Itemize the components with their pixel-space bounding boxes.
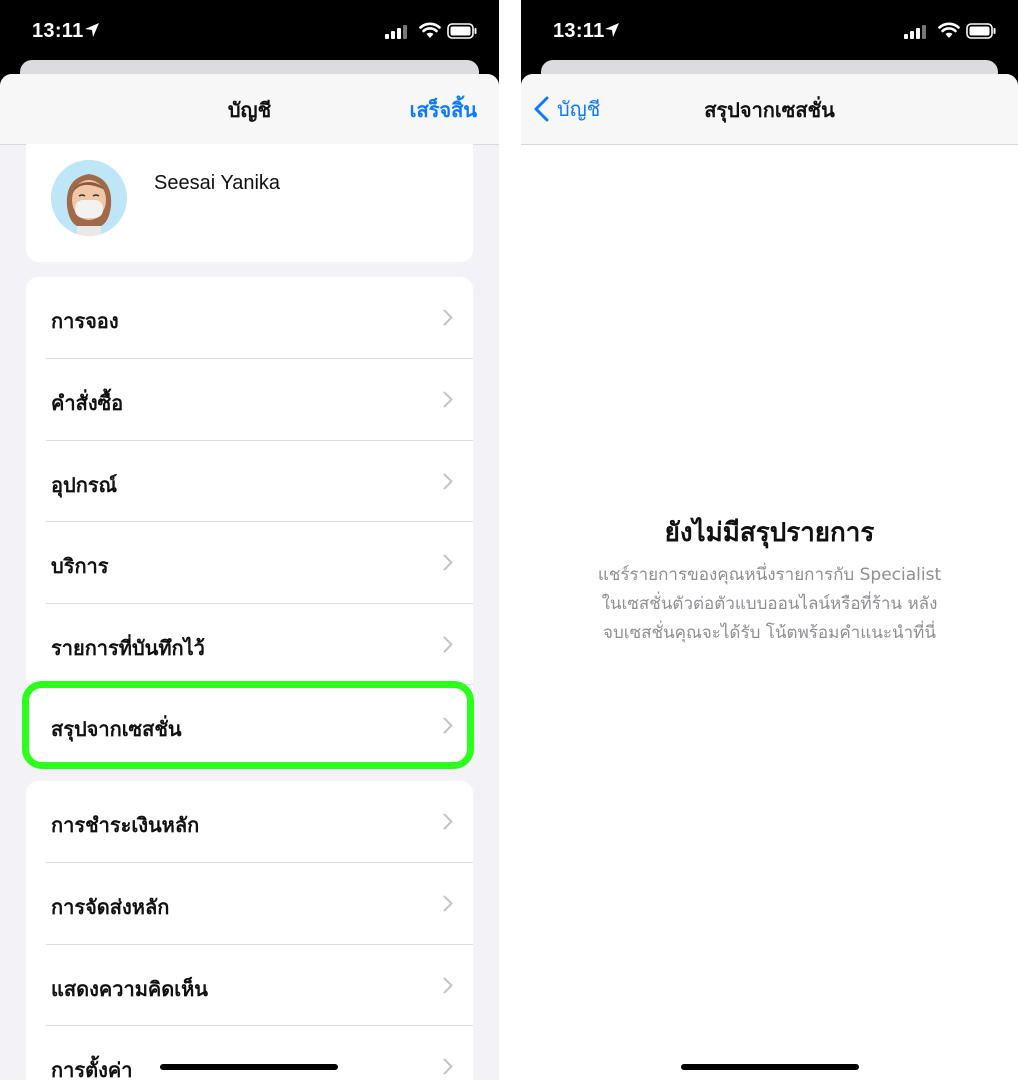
profile-card[interactable]: Seesai Yanika [26, 144, 473, 262]
empty-state-title: ยังไม่มีสรุปรายการ [664, 518, 875, 548]
battery-icon [966, 23, 996, 39]
empty-state-message: แชร์รายการของคุณหนึ่งรายการกับ Specialis… [581, 561, 958, 648]
session-summaries-screen: 13:11 บัญชี สรุปจากเซสชั่น ยังไม่มีสรุปร… [521, 0, 1018, 1080]
profile-name: Seesai Yanika [154, 172, 281, 194]
menu-item-saved-items[interactable]: รายการที่บันทึกไว้ [26, 604, 473, 685]
chevron-right-icon [443, 473, 453, 490]
wifi-icon [419, 22, 441, 38]
menu-item-label: คำสั่งซื้อ [51, 391, 124, 415]
battery-icon [447, 23, 477, 39]
menu-item-services[interactable]: บริการ [26, 522, 473, 603]
menu-item-settings[interactable]: การตั้งค่า [26, 1026, 473, 1080]
menu-item-label: บริการ [51, 554, 109, 578]
status-time: 13:11 [32, 20, 84, 42]
menu-item-orders[interactable]: คำสั่งซื้อ [26, 359, 473, 440]
menu-item-default-payment[interactable]: การชำระเงินหลัก [26, 781, 473, 862]
highlight-outline [22, 681, 474, 769]
menu-item-label: อุปกรณ์ [51, 473, 118, 497]
menu-item-default-shipping[interactable]: การจัดส่งหลัก [26, 863, 473, 944]
menu-item-label: การจัดส่งหลัก [51, 895, 170, 919]
menu-item-label: รายการที่บันทึกไว้ [51, 636, 205, 660]
done-button[interactable]: เสร็จสิ้น [410, 94, 477, 126]
chevron-right-icon [443, 636, 453, 653]
menu-item-label: การตั้งค่า [51, 1058, 133, 1080]
chevron-right-icon [443, 977, 453, 994]
chevron-right-icon [443, 554, 453, 571]
session-summaries-sheet: บัญชี สรุปจากเซสชั่น ยังไม่มีสรุปรายการ … [521, 74, 1018, 1080]
menu-item-label: การจอง [51, 309, 119, 333]
account-menu-group-2: การชำระเงินหลัก การจัดส่งหลัก แสดงความคิ… [26, 781, 473, 1080]
account-sheet: บัญชี เสร็จสิ้น Seesai Yanika การจอง คำส… [0, 74, 499, 1080]
menu-item-label: แสดงความคิดเห็น [51, 977, 208, 1001]
wifi-icon [938, 22, 960, 38]
status-bar: 13:11 [0, 0, 499, 62]
cellular-signal-icon [385, 25, 407, 39]
chevron-right-icon [443, 895, 453, 912]
chevron-right-icon [443, 309, 453, 326]
chevron-right-icon [443, 391, 453, 408]
home-indicator[interactable] [160, 1064, 338, 1070]
empty-state-line: แชร์รายการของคุณหนึ่งรายการกับ Specialis… [597, 565, 942, 585]
avatar [51, 160, 127, 236]
chevron-right-icon [443, 813, 453, 830]
menu-item-devices[interactable]: อุปกรณ์ [26, 441, 473, 522]
status-bar: 13:11 [521, 0, 1018, 62]
empty-state-line: จบเซสชั่นคุณจะได้รับ โน้ตพร้อมคำแนะนำที่… [603, 623, 936, 643]
memoji-avatar-icon [51, 160, 127, 236]
menu-item-label: การชำระเงินหลัก [51, 813, 200, 837]
page-title: สรุปจากเซสชั่น [704, 98, 835, 122]
menu-item-feedback[interactable]: แสดงความคิดเห็น [26, 945, 473, 1026]
account-screen: 13:11 บัญชี เสร็จสิ้น Seesai Yanika การจ… [0, 0, 499, 1080]
chevron-right-icon [443, 1058, 453, 1075]
empty-state-container: ยังไม่มีสรุปรายการ แชร์รายการของคุณหนึ่ง… [521, 145, 1018, 1080]
cellular-signal-icon [904, 25, 926, 39]
home-indicator[interactable] [681, 1064, 859, 1070]
location-arrow-icon [85, 23, 99, 37]
empty-state-line: ในเซสชั่นตัวต่อตัวแบบออนไลน์หรือที่ร้าน … [601, 594, 938, 614]
menu-item-bookings[interactable]: การจอง [26, 277, 473, 358]
navigation-bar: บัญชี เสร็จสิ้น [0, 74, 499, 145]
navigation-bar: บัญชี สรุปจากเซสชั่น [521, 74, 1018, 145]
status-time: 13:11 [553, 20, 605, 42]
location-arrow-icon [605, 23, 619, 37]
